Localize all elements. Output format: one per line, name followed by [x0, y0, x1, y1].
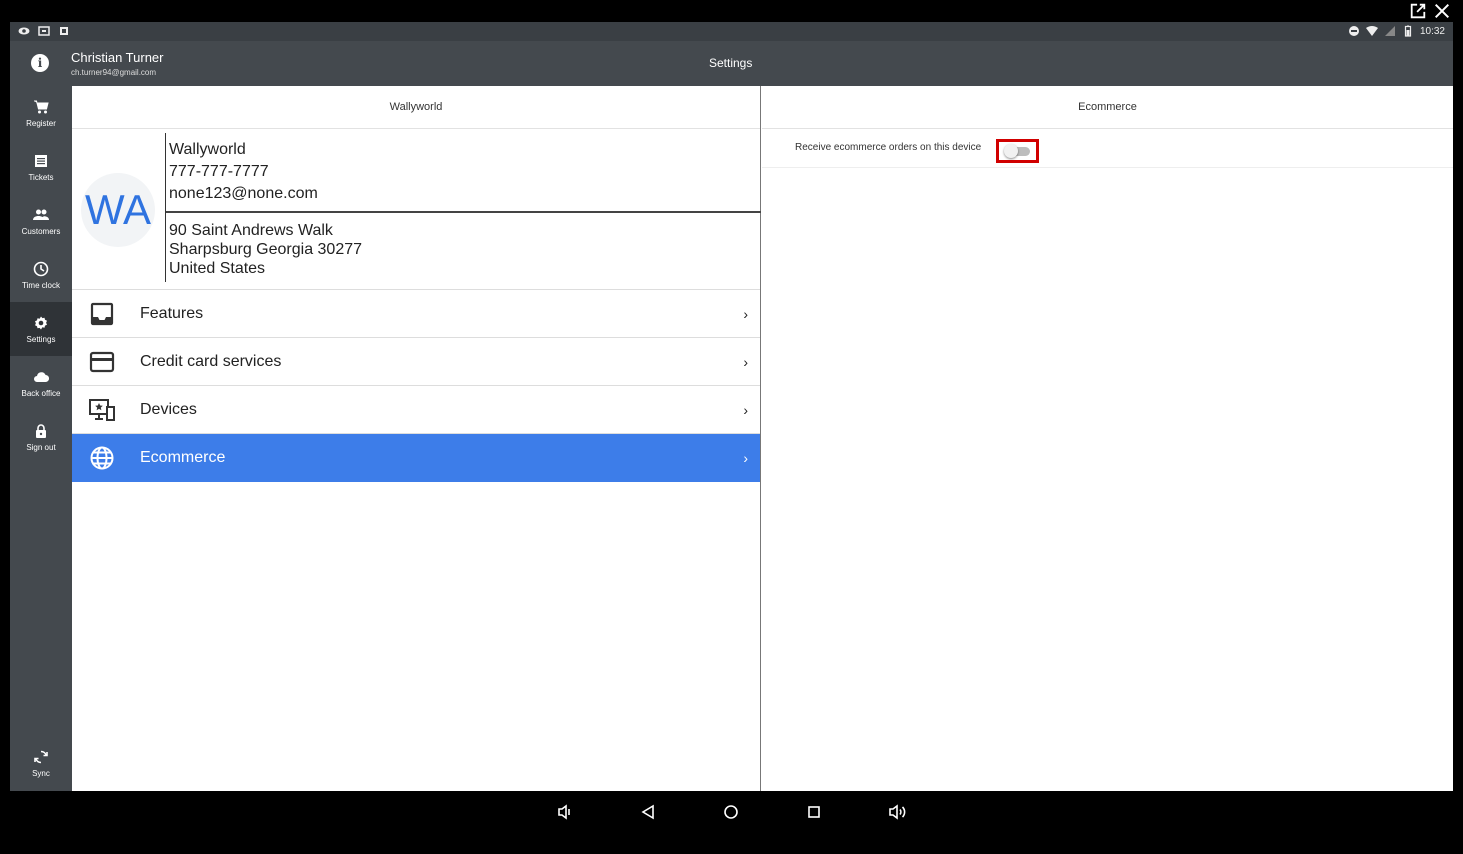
- menu-item-credit-card-services[interactable]: Credit card services ›: [72, 338, 760, 386]
- sidebar-item-label: Sync: [32, 768, 50, 778]
- sidebar-item-label: Sign out: [26, 442, 56, 452]
- sidebar-item-tickets[interactable]: Tickets: [10, 140, 72, 194]
- sidebar-item-settings[interactable]: Settings: [10, 302, 72, 356]
- app-bar: i Christian Turner ch.turner94@gmail.com…: [10, 41, 1453, 86]
- close-icon[interactable]: [1432, 1, 1452, 21]
- avatar: WA: [81, 173, 155, 247]
- business-email: none123@none.com: [169, 185, 318, 202]
- lock-icon: [36, 423, 46, 438]
- inbox-icon: [89, 301, 115, 327]
- page-title: Settings: [709, 56, 753, 70]
- menu-item-label: Features: [140, 304, 204, 322]
- volume-up-icon[interactable]: [887, 802, 907, 822]
- panel-header: Wallyworld: [72, 86, 760, 129]
- signal-icon: [1384, 25, 1396, 37]
- settings-list-panel: Wallyworld WA Wallyworld 777-777-7777 no…: [72, 86, 761, 791]
- recents-icon[interactable]: [804, 802, 824, 822]
- battery-icon: [1402, 25, 1414, 37]
- system-nav-bar: [10, 791, 1453, 833]
- business-info: Wallyworld 777-777-7777 none123@none.com…: [165, 133, 761, 282]
- notification-icon: [58, 25, 70, 37]
- cloud-icon: [34, 371, 49, 382]
- business-card[interactable]: WA Wallyworld 777-777-7777 none123@none.…: [72, 129, 761, 290]
- globe-icon: [89, 445, 115, 471]
- chevron-right-icon: ›: [743, 450, 748, 466]
- panel-header: Ecommerce: [762, 86, 1453, 129]
- sidebar-item-sync[interactable]: Sync: [10, 736, 72, 790]
- menu-item-label: Devices: [140, 400, 197, 418]
- wifi-icon: [1365, 25, 1378, 37]
- back-icon[interactable]: [638, 802, 658, 822]
- ecommerce-orders-setting: Receive ecommerce orders on this device: [762, 129, 1453, 168]
- toggle-thumb[interactable]: [1003, 143, 1018, 158]
- menu-item-devices[interactable]: Devices ›: [72, 386, 760, 434]
- chevron-right-icon: ›: [743, 305, 748, 322]
- external-link-icon[interactable]: [1408, 1, 1428, 21]
- people-icon: [33, 209, 49, 220]
- ecommerce-orders-toggle[interactable]: [1003, 143, 1030, 158]
- emulator-frame: 10:32 i Christian Turner ch.turner94@gma…: [0, 0, 1463, 854]
- eye-icon: [18, 25, 30, 37]
- sidebar-item-label: Register: [26, 118, 56, 128]
- address-country: United States: [169, 260, 266, 277]
- chevron-right-icon: ›: [743, 353, 748, 370]
- ecommerce-detail-panel: Ecommerce Receive ecommerce orders on th…: [762, 86, 1453, 791]
- chevron-right-icon: ›: [743, 401, 748, 418]
- sidebar-item-label: Back office: [21, 388, 61, 398]
- list-icon: [35, 154, 47, 167]
- status-bar: 10:32: [10, 22, 1453, 41]
- device-screen: 10:32 i Christian Turner ch.turner94@gma…: [10, 22, 1453, 833]
- highlight-box: [996, 139, 1039, 163]
- menu-item-features[interactable]: Features ›: [72, 290, 760, 338]
- setting-label: Receive ecommerce orders on this device: [795, 142, 982, 153]
- menu-item-label: Ecommerce: [140, 449, 226, 466]
- sidebar: Register Tickets Customers Time clock Se…: [10, 86, 72, 791]
- gear-icon: [35, 316, 47, 329]
- sidebar-item-customers[interactable]: Customers: [10, 194, 72, 248]
- user-email: ch.turner94@gmail.com: [71, 68, 157, 77]
- credit-card-icon: [89, 349, 115, 375]
- sidebar-item-time-clock[interactable]: Time clock: [10, 248, 72, 302]
- home-icon[interactable]: [721, 802, 741, 822]
- business-phone: 777-777-7777: [169, 163, 269, 180]
- menu-item-label: Credit card services: [140, 352, 282, 370]
- user-name: Christian Turner: [71, 50, 164, 65]
- info-icon[interactable]: i: [31, 54, 49, 72]
- devices-icon: [89, 397, 115, 423]
- cart-icon: [34, 100, 49, 113]
- sidebar-item-label: Tickets: [28, 172, 54, 182]
- sync-icon: [34, 750, 48, 763]
- clock-icon: [33, 261, 49, 276]
- sidebar-item-register[interactable]: Register: [10, 86, 72, 140]
- business-name: Wallyworld: [169, 141, 246, 158]
- address-line1: 90 Saint Andrews Walk: [169, 222, 333, 239]
- screen-cast-icon: [38, 25, 50, 37]
- sidebar-item-label: Customers: [21, 226, 61, 236]
- sidebar-item-back-office[interactable]: Back office: [10, 356, 72, 410]
- sidebar-item-sign-out[interactable]: Sign out: [10, 410, 72, 464]
- menu-item-ecommerce[interactable]: Ecommerce ›: [72, 434, 760, 482]
- volume-down-icon[interactable]: [555, 802, 575, 822]
- sidebar-item-label: Settings: [26, 334, 56, 344]
- do-not-disturb-icon: [1348, 25, 1360, 37]
- address-line2: Sharpsburg Georgia 30277: [169, 241, 363, 258]
- clock-time: 10:32: [1419, 25, 1445, 37]
- sidebar-item-label: Time clock: [22, 280, 60, 290]
